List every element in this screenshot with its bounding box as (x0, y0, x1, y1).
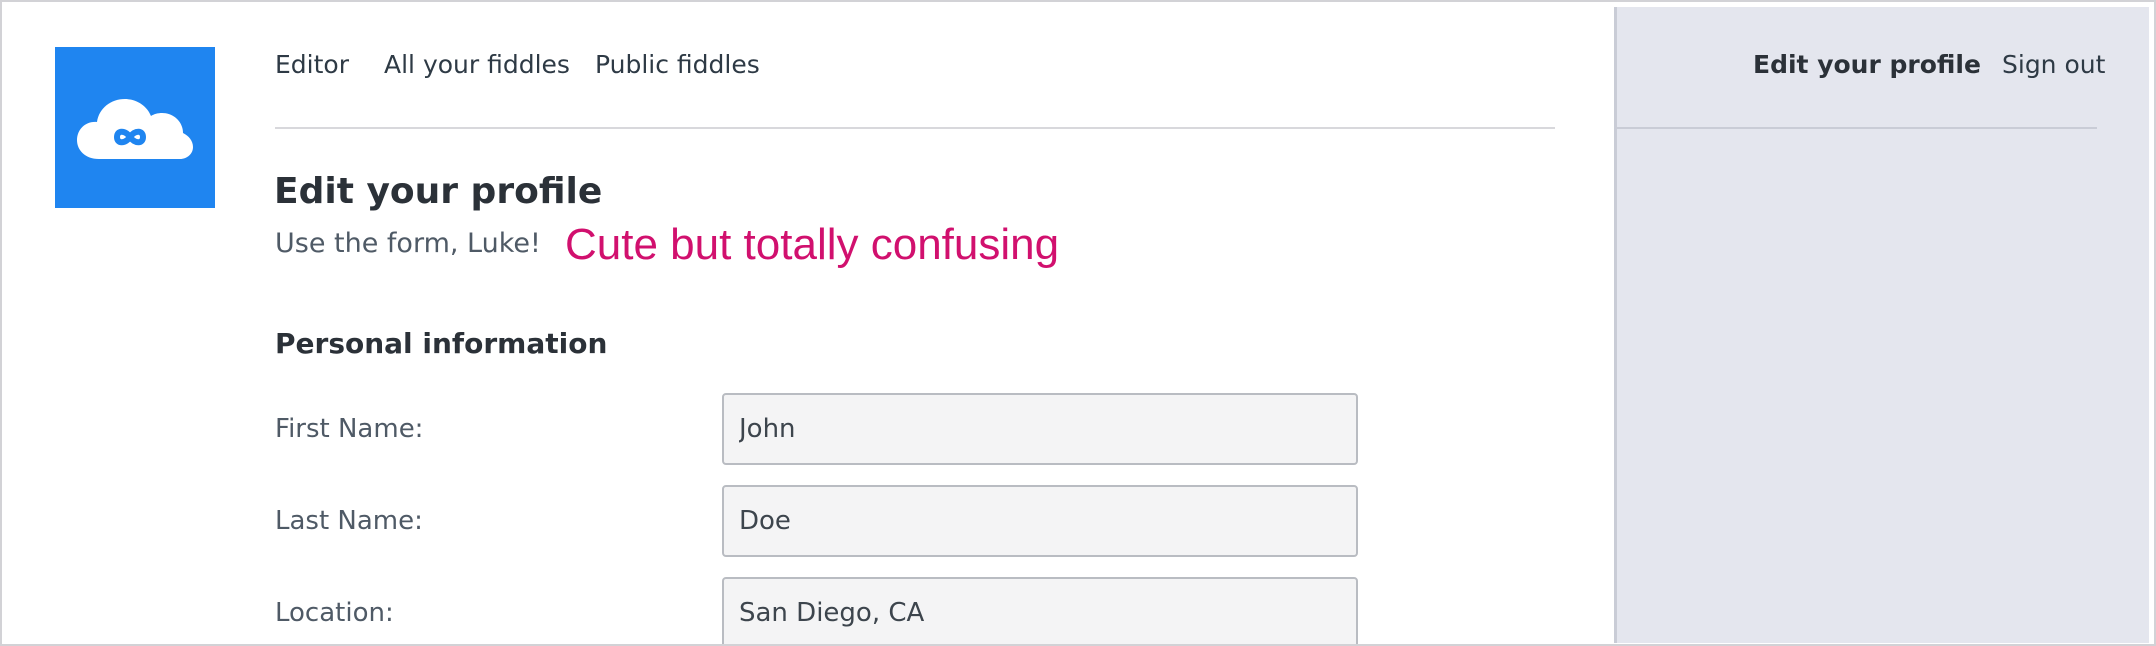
last-name-input[interactable] (722, 485, 1358, 557)
nav-edit-profile[interactable]: Edit your profile (1753, 50, 1981, 79)
page-title: Edit your profile (274, 171, 603, 212)
nav-public-fiddles[interactable]: Public fiddles (595, 50, 760, 79)
nav-divider (275, 127, 1555, 129)
first-name-label: First Name: (275, 414, 424, 444)
page: Editor All your fiddles Public fiddles E… (0, 0, 2156, 646)
right-sidebar (1614, 7, 2149, 643)
location-input[interactable] (722, 577, 1358, 644)
annotation-note: Cute but totally confusing (565, 220, 1060, 269)
location-label: Location: (275, 598, 394, 628)
first-name-input[interactable] (722, 393, 1358, 465)
nav-sign-out[interactable]: Sign out (2002, 50, 2105, 79)
page-subtitle: Use the form, Luke! (275, 228, 541, 259)
section-heading-personal-info: Personal information (275, 327, 608, 360)
cloud-infinity-icon (77, 99, 193, 159)
last-name-label: Last Name: (275, 506, 423, 536)
nav-all-fiddles[interactable]: All your fiddles (384, 50, 570, 79)
nav-editor[interactable]: Editor (275, 50, 349, 79)
app-logo[interactable] (55, 47, 215, 208)
sidebar-nav-divider (1617, 127, 2097, 129)
